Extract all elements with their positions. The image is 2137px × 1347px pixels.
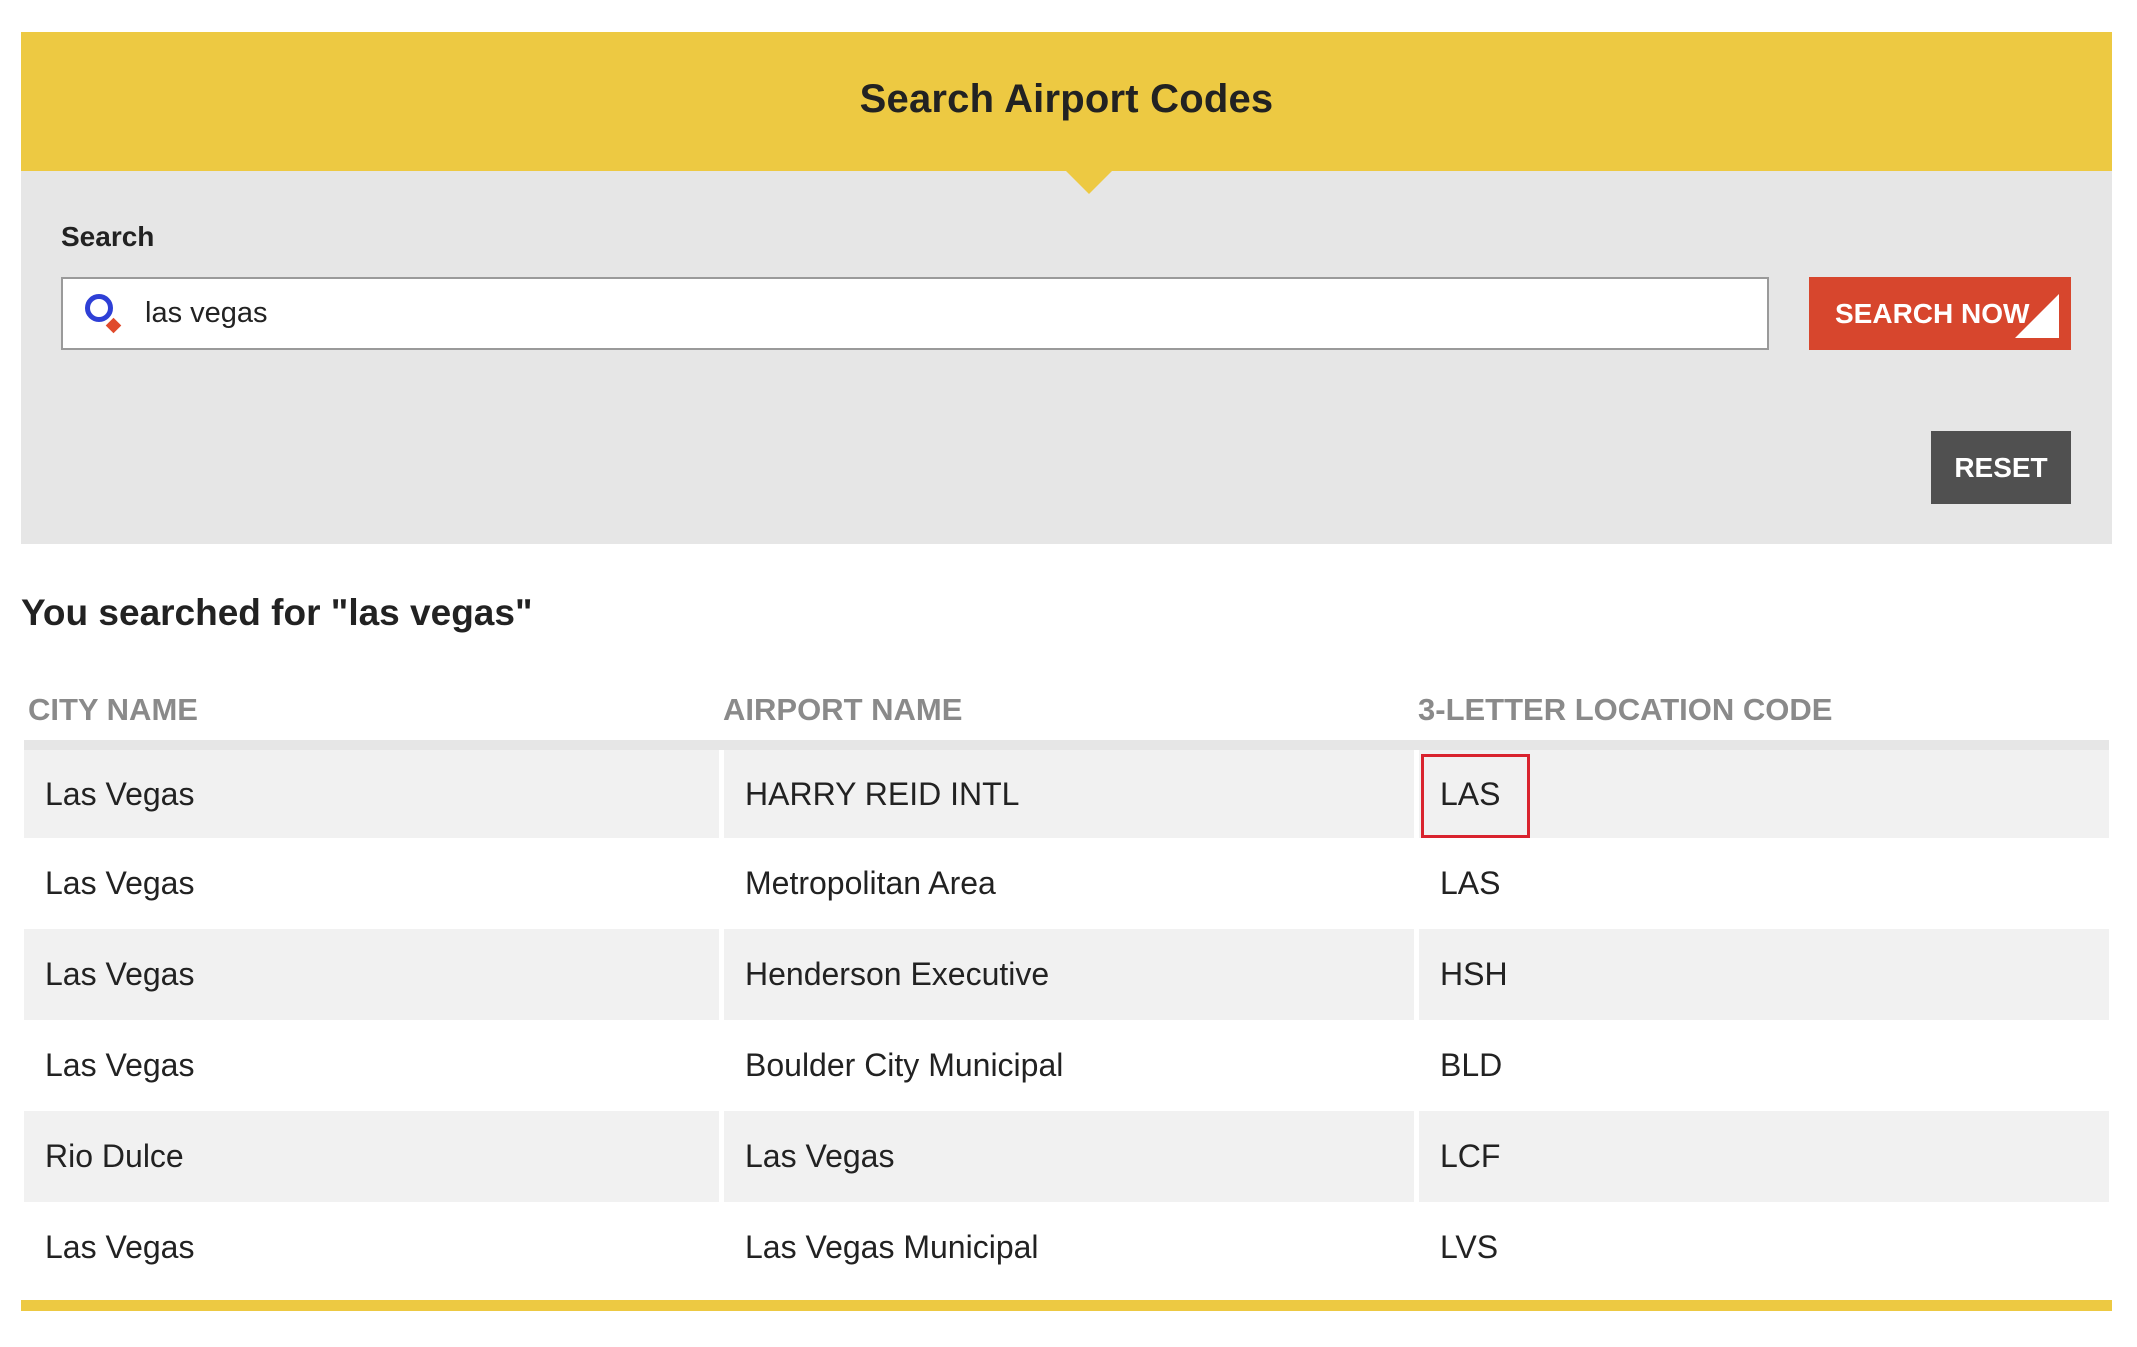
code-value: LAS [1440, 775, 1501, 812]
header-divider [24, 740, 2109, 750]
search-now-button[interactable]: SEARCH NOW [1809, 277, 2071, 350]
airport-cell: Henderson Executive [719, 929, 1414, 1020]
code-cell: LCF [1414, 1111, 2109, 1202]
table-row: Rio Dulce Las Vegas LCF [24, 1111, 2109, 1202]
airport-code-search-page: Search Airport Codes Search SEARCH NOW R… [0, 0, 2137, 1347]
city-cell: Las Vegas [24, 1020, 719, 1111]
city-cell: Las Vegas [24, 838, 719, 929]
table-row: Las Vegas Las Vegas Municipal LVS [24, 1202, 2109, 1293]
code-cell-highlighted: LAS [1414, 750, 2109, 838]
header-banner: Search Airport Codes [21, 32, 2112, 171]
search-now-label: SEARCH NOW [1835, 297, 2030, 329]
results-table: CITY NAME AIRPORT NAME 3-LETTER LOCATION… [24, 690, 2109, 1293]
reset-label: RESET [1954, 451, 2048, 483]
search-label: Search [61, 221, 155, 252]
airport-cell: HARRY REID INTL [719, 750, 1414, 838]
city-cell: Rio Dulce [24, 1111, 719, 1202]
table-row: Las Vegas Metropolitan Area LAS [24, 838, 2109, 929]
triangle-corner-icon [2015, 294, 2059, 338]
search-input[interactable] [133, 279, 1767, 348]
airport-cell: Metropolitan Area [719, 838, 1414, 929]
search-field[interactable] [61, 277, 1769, 350]
table-header: CITY NAME AIRPORT NAME 3-LETTER LOCATION… [24, 690, 2109, 742]
table-row: Las Vegas Henderson Executive HSH [24, 929, 2109, 1020]
city-cell: Las Vegas [24, 929, 719, 1020]
code-cell: BLD [1414, 1020, 2109, 1111]
search-icon [81, 288, 133, 340]
airport-cell: Boulder City Municipal [719, 1020, 1414, 1111]
bottom-accent-bar [21, 1300, 2112, 1311]
column-header-airport: AIRPORT NAME [723, 692, 963, 727]
table-row: Las Vegas HARRY REID INTL LAS [24, 750, 2109, 838]
reset-button[interactable]: RESET [1931, 431, 2071, 504]
header-pointer-notch [1066, 171, 1112, 194]
airport-cell: Las Vegas Municipal [719, 1202, 1414, 1293]
code-cell: LVS [1414, 1202, 2109, 1293]
code-cell: LAS [1414, 838, 2109, 929]
search-panel: Search SEARCH NOW RESET [21, 171, 2112, 544]
results-heading: You searched for "las vegas" [21, 592, 533, 633]
table-row: Las Vegas Boulder City Municipal BLD [24, 1020, 2109, 1111]
column-header-city: CITY NAME [28, 692, 198, 727]
page-title: Search Airport Codes [859, 77, 1274, 121]
city-cell: Las Vegas [24, 750, 719, 838]
code-cell: HSH [1414, 929, 2109, 1020]
column-header-code: 3-LETTER LOCATION CODE [1418, 692, 1833, 727]
city-cell: Las Vegas [24, 1202, 719, 1293]
airport-cell: Las Vegas [719, 1111, 1414, 1202]
